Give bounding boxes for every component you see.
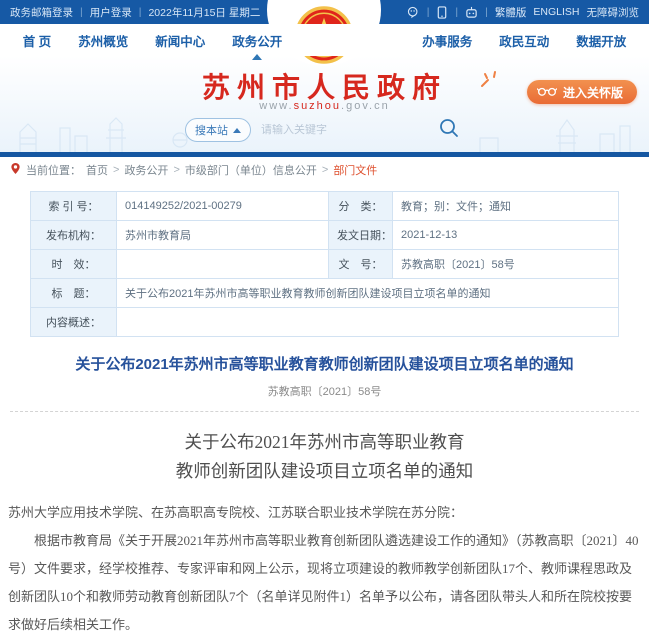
- category-label: 分 类：: [329, 192, 393, 221]
- separator: |: [485, 6, 488, 18]
- divider: [10, 411, 639, 412]
- validity-label: 时 效：: [31, 250, 117, 279]
- table-row: 标 题： 关于公布2021年苏州市高等职业教育教师创新团队建设项目立项名单的通知: [31, 279, 619, 308]
- separator: |: [80, 6, 83, 18]
- mail-login-link[interactable]: 政务邮箱登录: [10, 5, 73, 20]
- title-label: 标 题：: [31, 279, 117, 308]
- separator: |: [455, 6, 458, 18]
- breadcrumb: 当前位置： 首页 > 政务公开 > 市级部门（单位）信息公开 > 部门文件: [0, 157, 649, 183]
- agency-value: 苏州市教育局: [117, 221, 329, 250]
- topbar-right: | | | 繁體版 ENGLISH 无障碍浏览: [407, 5, 639, 20]
- nav-item-label: 政务公开: [232, 35, 282, 49]
- table-row: 内容概述：: [31, 308, 619, 337]
- separator: |: [139, 6, 142, 18]
- english-link[interactable]: ENGLISH: [533, 6, 579, 18]
- search-input[interactable]: [261, 124, 411, 136]
- breadcrumb-gov-affairs[interactable]: 政务公开: [124, 162, 168, 178]
- separator: |: [427, 6, 430, 18]
- glasses-icon: [537, 85, 557, 100]
- location-pin-icon: [10, 162, 21, 178]
- summary-value: [117, 308, 619, 337]
- body-title-line2: 教师创新团队建设项目立项名单的通知: [6, 457, 643, 486]
- document-number: 苏教高职〔2021〕58号: [6, 383, 643, 399]
- nav-item-news[interactable]: 新闻中心: [155, 31, 205, 50]
- breadcrumb-separator: >: [113, 164, 119, 176]
- salutation: 苏州大学应用技术学院、在苏高职高专院校、江苏联合职业技术学院在苏分院：: [8, 499, 641, 527]
- table-row: 时 效： 文 号： 苏教高职〔2021〕58号: [31, 250, 619, 279]
- index-no-label: 索 引 号：: [31, 192, 117, 221]
- care-version-button[interactable]: 进入关怀版: [527, 80, 637, 104]
- document-body: 苏州大学应用技术学院、在苏高职高专院校、江苏联合职业技术学院在苏分院： 根据市教…: [6, 499, 643, 638]
- breadcrumb-separator: >: [322, 164, 328, 176]
- nav-item-overview[interactable]: 苏州概览: [78, 31, 128, 50]
- top-utility-bar: 政务邮箱登录 | 用户登录 | 2022年11月15日 星期二 | | | 繁體…: [0, 0, 649, 24]
- breadcrumb-dept-info[interactable]: 市级部门（单位）信息公开: [185, 162, 317, 178]
- document-body-title: 关于公布2021年苏州市高等职业教育 教师创新团队建设项目立项名单的通知: [6, 428, 643, 486]
- current-date: 2022年11月15日 星期二: [148, 5, 260, 20]
- body-paragraph: 根据市教育局《关于开展2021年苏州市高等职业教育创新团队遴选建设工作的通知》（…: [8, 527, 641, 638]
- title-value: 关于公布2021年苏州市高等职业教育教师创新团队建设项目立项名单的通知: [117, 279, 619, 308]
- doc-no-value: 苏教高职〔2021〕58号: [393, 250, 619, 279]
- table-row: 索 引 号： 014149252/2021-00279 分 类： 教育；别：文件…: [31, 192, 619, 221]
- search-bar: 搜本站: [185, 118, 460, 142]
- user-login-link[interactable]: 用户登录: [90, 5, 132, 20]
- wechat-icon[interactable]: [407, 6, 420, 19]
- agency-label: 发布机构：: [31, 221, 117, 250]
- nav-item-gov-affairs[interactable]: 政务公开: [232, 31, 282, 50]
- breadcrumb-home[interactable]: 首页: [86, 162, 108, 178]
- topbar-left: 政务邮箱登录 | 用户登录 | 2022年11月15日 星期二: [10, 5, 260, 20]
- nav-item-interaction[interactable]: 政民互动: [499, 31, 549, 50]
- breadcrumb-current: 部门文件: [333, 162, 377, 178]
- url-main: suzhou: [294, 100, 341, 112]
- site-banner: 苏州市人民政府 www.suzhou.gov.cn 进入关怀版 搜本站: [0, 56, 649, 152]
- accessibility-link[interactable]: 无障碍浏览: [587, 5, 640, 20]
- document-meta-section: 索 引 号： 014149252/2021-00279 分 类： 教育；别：文件…: [0, 183, 649, 337]
- chevron-up-icon: [233, 128, 241, 133]
- breadcrumb-label: 当前位置：: [26, 162, 81, 178]
- search-icon[interactable]: [438, 117, 460, 144]
- nav-item-open-data[interactable]: 数据开放: [576, 31, 626, 50]
- nav-active-indicator: [252, 54, 262, 60]
- page-title: 关于公布2021年苏州市高等职业教育教师创新团队建设项目立项名单的通知: [6, 353, 643, 374]
- sparkle-decoration: [479, 70, 501, 90]
- main-nav: 首 页 苏州概览 新闻中心 政务公开 办事服务 政民互动 数据开放: [0, 24, 649, 56]
- doc-no-label: 文 号：: [329, 250, 393, 279]
- summary-label: 内容概述：: [31, 308, 117, 337]
- nav-item-services[interactable]: 办事服务: [422, 31, 472, 50]
- issue-date-label: 发文日期：: [329, 221, 393, 250]
- nav-item-home[interactable]: 首 页: [23, 31, 51, 50]
- mobile-icon[interactable]: [436, 6, 448, 19]
- url-prefix: www.: [259, 100, 293, 112]
- document-meta-table: 索 引 号： 014149252/2021-00279 分 类： 教育；别：文件…: [30, 191, 619, 337]
- search-scope-dropdown[interactable]: 搜本站: [185, 118, 251, 142]
- traditional-chinese-link[interactable]: 繁體版: [495, 5, 527, 20]
- category-value: 教育；别：文件；通知: [393, 192, 619, 221]
- search-scope-label: 搜本站: [195, 122, 228, 138]
- table-row: 发布机构： 苏州市教育局 发文日期： 2021-12-13: [31, 221, 619, 250]
- robot-icon[interactable]: [465, 6, 478, 19]
- body-title-line1: 关于公布2021年苏州市高等职业教育: [6, 428, 643, 457]
- url-suffix: .gov.cn: [341, 100, 390, 112]
- care-button-label: 进入关怀版: [563, 84, 623, 101]
- index-no-value: 014149252/2021-00279: [117, 192, 329, 221]
- validity-value: [117, 250, 329, 279]
- issue-date-value: 2021-12-13: [393, 221, 619, 250]
- article: 关于公布2021年苏州市高等职业教育教师创新团队建设项目立项名单的通知 苏教高职…: [0, 337, 649, 638]
- breadcrumb-separator: >: [173, 164, 179, 176]
